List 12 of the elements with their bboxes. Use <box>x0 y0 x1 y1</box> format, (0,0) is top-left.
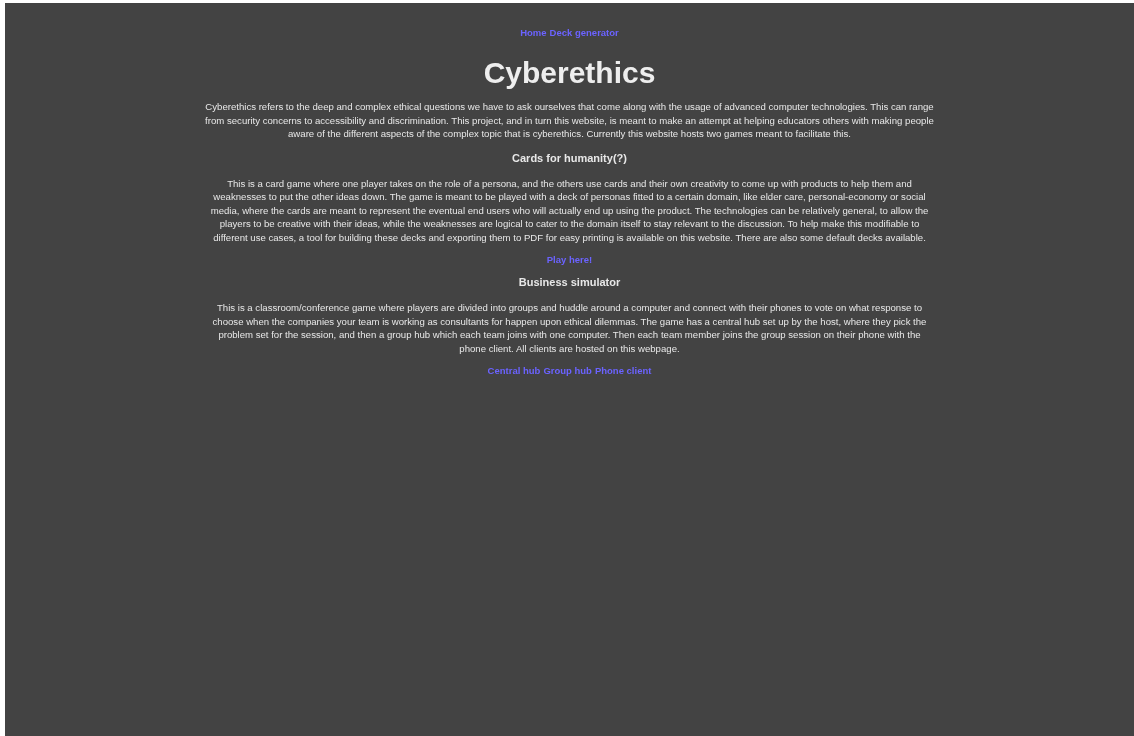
game-link[interactable]: Central hub <box>487 365 541 376</box>
game-link[interactable]: Group hub <box>543 365 592 376</box>
game-link[interactable]: Phone client <box>594 365 652 376</box>
nav-link[interactable]: Deck generator <box>549 27 619 38</box>
intro-paragraph: Cyberethics refers to the deep and complex ethical questions we have to ask ourselves that come along with the usage of advanced computer technologies. This can range from security concerns to accessibility and discrimination. This project, and in turn this website, is meant to make an attempt at helping educators others with making people aware of the different aspects of the complex topic that is cyberethics. Currently this website hosts two games meant to facilitate this. <box>204 100 935 141</box>
section-paragraph: This is a card game where one player takes on the role of a persona, and the others use cards and their own creativity to come up with products to help them and weaknesses to put the other ideas down. The game is meant to be played with a deck of personas fitted to a certain domain, like elder care, personal-economy or social media, where the cards are meant to represent the eventual end users who will actually end up using the product. The technologies can be relatively general, to allow the players to be creative with their ideas, while the weaknesses are logical to cater to the domain itself to stay relevant to the discussion. To help make this modifiable to different use cases, a tool for building these decks and exporting them to PDF for easy printing is available on this website. There are also some default decks available. <box>209 176 930 244</box>
section-heading: Business simulator <box>518 276 621 288</box>
section-heading: Cards for humanity(?) <box>512 151 627 164</box>
nav-link[interactable]: Home <box>520 27 547 38</box>
game-link[interactable]: Play here! <box>546 254 593 265</box>
section-paragraph: This is a classroom/conference game where players are divided into groups and huddle around a computer and connect with their phones to vote on what response to choose when the companies your team is working as consultants for happen upon ethical dilemmas. The game has a central hub set up by the host, where they pick the problem set for the session, and then a group hub which each team joins with one computer. Then each team member joins the group session on their phone with the phone client. All clients are hosted on this webpage. <box>211 301 928 355</box>
page-title: Cyberethics <box>483 56 656 90</box>
